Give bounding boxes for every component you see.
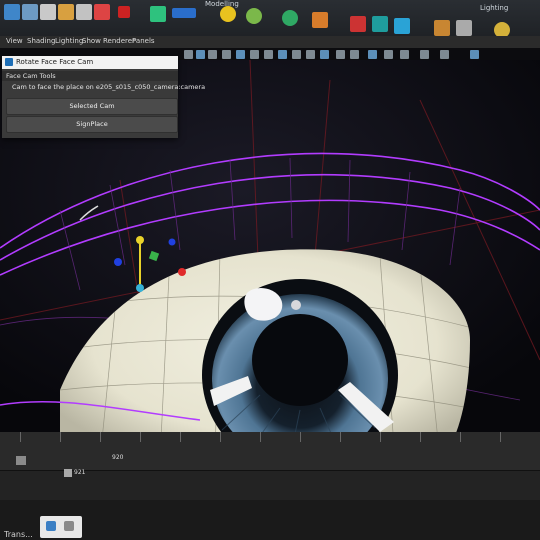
shelf-tab-label[interactable]: Modelling (205, 0, 239, 8)
tool-icon[interactable] (76, 4, 92, 20)
viewport-tool-icon[interactable] (184, 50, 193, 59)
frame-tick (460, 432, 461, 442)
frame-tick (140, 432, 141, 442)
play-icon[interactable] (46, 521, 56, 531)
playhead-handle[interactable] (16, 456, 26, 465)
current-frame-label: 920 (112, 454, 124, 461)
tool-icon[interactable] (394, 18, 410, 34)
start-frame-field[interactable]: 921 (74, 469, 85, 476)
frame-tick (180, 432, 181, 442)
panel-menubar: View Shading Lighting Show Renderer Pane… (0, 36, 540, 48)
frame-tick (500, 432, 501, 442)
tool-icon[interactable] (350, 16, 366, 32)
tool-icon[interactable] (172, 8, 196, 18)
viewport-tool-icon[interactable] (250, 50, 259, 59)
frame-tick (380, 432, 381, 442)
section-header[interactable]: Face Cam Tools (2, 71, 178, 81)
viewport-tool-icon[interactable] (368, 50, 377, 59)
close-icon[interactable] (118, 6, 130, 18)
menu-shading[interactable]: Shading (27, 37, 55, 45)
tool-icon[interactable] (4, 4, 20, 20)
viewport-tool-icon[interactable] (440, 50, 449, 59)
frame-tick (60, 432, 61, 442)
shelf-toolbar: Modelling Lighting (0, 0, 540, 38)
tool-icon[interactable] (456, 20, 472, 36)
frame-tick (20, 432, 21, 442)
window-title: Rotate Face Face Cam (16, 58, 94, 66)
tool-icon[interactable] (312, 12, 328, 28)
viewport-tool-icon[interactable] (350, 50, 359, 59)
tool-icon[interactable] (372, 16, 388, 32)
viewport-tool-icon[interactable] (264, 50, 273, 59)
menu-panels[interactable]: Panels (132, 37, 155, 45)
menu-view[interactable]: View (6, 37, 23, 45)
range-slider[interactable]: 921 (0, 469, 540, 501)
viewport-tool-icon[interactable] (208, 50, 217, 59)
menu-show[interactable]: Show (82, 37, 101, 45)
section-label: Face Cam Tools (6, 72, 56, 80)
viewport-tool-icon[interactable] (420, 50, 429, 59)
frame-tick (260, 432, 261, 442)
frame-tick (420, 432, 421, 442)
viewport-tool-icon[interactable] (278, 50, 287, 59)
shelf-tab-label[interactable]: Lighting (480, 4, 508, 12)
time-slider[interactable]: 920 (0, 432, 540, 470)
camera-row: Cam to face the place on e205_s015_c050_… (12, 83, 206, 91)
viewport-tool-icon[interactable] (292, 50, 301, 59)
tool-icon[interactable] (94, 4, 110, 20)
menu-renderer[interactable]: Renderer (103, 37, 135, 45)
frame-tick (100, 432, 101, 442)
maya-screen: Modelling Lighting View Shading Lighting… (0, 0, 540, 540)
tool-icon[interactable] (220, 6, 236, 22)
viewport-tool-icon[interactable] (236, 50, 245, 59)
maya-window-icon (5, 58, 13, 66)
viewport-tool-icon[interactable] (400, 50, 409, 59)
tool-icon[interactable] (246, 8, 262, 24)
range-start-handle[interactable] (64, 469, 72, 477)
tool-icon[interactable] (434, 20, 450, 36)
tool-icon[interactable] (58, 4, 74, 20)
frame-tick (340, 432, 341, 442)
face-cam-window[interactable]: Rotate Face Face Cam Face Cam Tools Cam … (2, 56, 205, 138)
tool-icon[interactable] (282, 10, 298, 26)
frame-tick (220, 432, 221, 442)
window-titlebar[interactable]: Rotate Face Face Cam (2, 56, 178, 69)
viewport-tool-icon[interactable] (320, 50, 329, 59)
viewport-tool-icon[interactable] (384, 50, 393, 59)
viewport-tool-icon[interactable] (306, 50, 315, 59)
playback-controls[interactable] (40, 516, 82, 538)
viewport-tool-icon[interactable] (196, 50, 205, 59)
viewport-tool-icon[interactable] (336, 50, 345, 59)
sign-place-button[interactable]: SignPlace (6, 116, 178, 133)
frame-tick (300, 432, 301, 442)
viewport-tool-icon[interactable] (470, 50, 479, 59)
tool-icon[interactable] (40, 4, 56, 20)
menu-lighting[interactable]: Lighting (55, 37, 83, 45)
loop-icon[interactable] (64, 521, 74, 531)
tool-icon[interactable] (150, 6, 166, 22)
bottom-panel-title: Trans... (4, 530, 33, 539)
viewport-tool-icon[interactable] (222, 50, 231, 59)
selected-cam-button[interactable]: Selected Cam (6, 98, 178, 115)
tool-icon[interactable] (22, 4, 38, 20)
